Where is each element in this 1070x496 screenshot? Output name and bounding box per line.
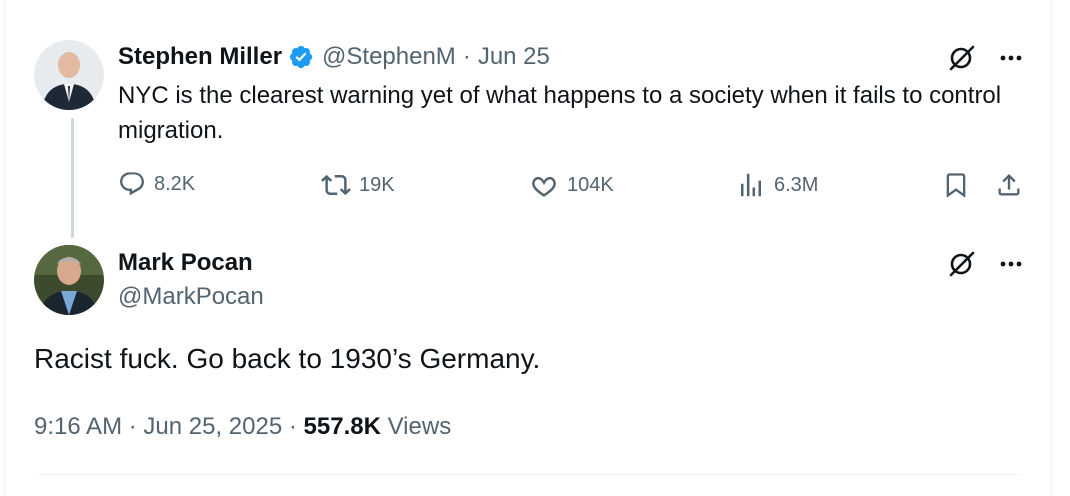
parent-tweet-text: NYC is the clearest warning yet of what … [118, 82, 1002, 144]
stephen-miller-avatar[interactable] [34, 40, 104, 110]
more-icon[interactable] [993, 40, 1029, 76]
verified-badge-icon [288, 44, 314, 70]
share-icon[interactable] [993, 170, 1025, 200]
retweet-count: 19K [359, 173, 395, 196]
meta-separator: · [128, 413, 137, 440]
parent-tweet-date[interactable]: Jun 25 [478, 43, 550, 71]
reply-meta-row: 9:16 AM · Jun 25, 2025 · 557.8K Views [34, 410, 451, 444]
divider [38, 474, 1021, 475]
reply-author-block: Mark Pocan @MarkPocan [118, 246, 264, 314]
reply-icon [120, 172, 144, 196]
meta-separator: · [288, 413, 297, 440]
reply-button[interactable]: 8.2K [118, 170, 195, 198]
reply-views-label: Views [387, 413, 452, 440]
like-icon [532, 176, 556, 197]
reply-tweet-text: Racist fuck. Go back to 1930’s Germany. [34, 343, 541, 374]
reply-author-handle[interactable]: @MarkPocan [118, 280, 264, 314]
reply-views-count: 557.8K [303, 413, 381, 440]
views-count: 6.3M [774, 173, 819, 196]
retweet-icon [321, 174, 351, 196]
tweet-card: Stephen Miller @StephenM · Jun 25 NYC is… [4, 0, 1052, 496]
like-button[interactable]: 104K [529, 170, 614, 200]
bookmark-icon[interactable] [941, 170, 971, 200]
mark-pocan-avatar[interactable] [34, 245, 104, 315]
thread-connector-line [71, 118, 74, 238]
views-button[interactable]: 6.3M [736, 170, 818, 200]
grok-icon[interactable] [943, 246, 979, 282]
header-separator: · [462, 43, 471, 70]
grok-icon[interactable] [943, 40, 979, 76]
views-icon [741, 173, 761, 197]
parent-author-handle[interactable]: @StephenM [322, 43, 456, 71]
more-icon[interactable] [993, 246, 1029, 282]
parent-author-name[interactable]: Stephen Miller [118, 43, 282, 71]
reply-count: 8.2K [154, 172, 196, 195]
retweet-button[interactable]: 19K [321, 170, 395, 200]
like-count: 104K [567, 173, 614, 196]
parent-tweet-header: Stephen Miller @StephenM · Jun 25 [118, 40, 550, 74]
reply-date[interactable]: Jun 25, 2025 [143, 413, 282, 440]
reply-time[interactable]: 9:16 AM [34, 413, 122, 440]
reply-author-name[interactable]: Mark Pocan [118, 246, 264, 280]
